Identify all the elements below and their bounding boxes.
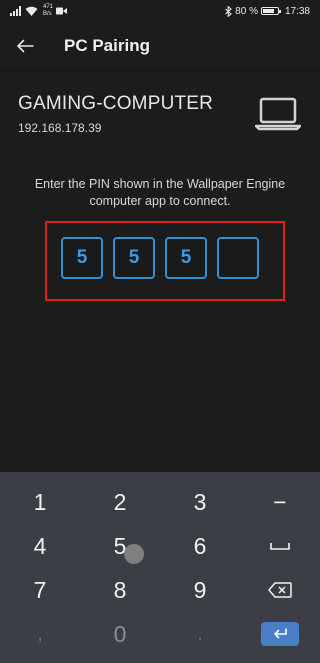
key-3[interactable]: 3 [160, 482, 240, 522]
wifi-icon [25, 6, 38, 16]
device-name: GAMING-COMPUTER [18, 93, 214, 114]
key-5[interactable]: 5 [80, 526, 160, 566]
status-bar-left: 471 B/s [10, 4, 68, 18]
key-backspace[interactable] [240, 570, 320, 610]
key-minus[interactable]: − [240, 482, 320, 522]
signal-icon [10, 6, 21, 16]
key-9[interactable]: 9 [160, 570, 240, 610]
back-button[interactable] [10, 31, 40, 61]
phone-screen: 471 B/s 80 % 17:38 PC Pairing GAMING-COM… [0, 0, 320, 663]
header-divider [0, 70, 320, 71]
clock: 17:38 [284, 5, 310, 17]
pin-input: 5 5 5 [61, 237, 259, 279]
key-period[interactable]: . [160, 614, 240, 654]
enter-icon [274, 628, 287, 639]
battery-percent: 80 % [235, 5, 258, 17]
key-comma[interactable]: , [0, 614, 80, 654]
status-bar-right: 80 % 17:38 [225, 4, 310, 18]
key-0[interactable]: 0 [80, 614, 160, 654]
pin-digit-2[interactable]: 5 [113, 237, 155, 279]
key-7[interactable]: 7 [0, 570, 80, 610]
network-speed: 471 B/s [43, 4, 53, 18]
key-8[interactable]: 8 [80, 570, 160, 610]
page-title: PC Pairing [64, 36, 150, 55]
key-2[interactable]: 2 [80, 482, 160, 522]
key-6[interactable]: 6 [160, 526, 240, 566]
bluetooth-icon [225, 5, 233, 17]
pin-digit-1[interactable]: 5 [61, 237, 103, 279]
key-space[interactable] [240, 526, 320, 566]
touch-indicator [124, 544, 144, 564]
network-speed-value: 471 [43, 4, 54, 10]
key-1[interactable]: 1 [0, 482, 80, 522]
enter-button [261, 622, 299, 646]
app-header: PC Pairing [0, 22, 320, 70]
key-4[interactable]: 4 [0, 526, 80, 566]
device-ip-address: 192.168.178.39 [18, 121, 102, 135]
battery-icon [260, 7, 281, 15]
pin-instructions: Enter the PIN shown in the Wallpaper Eng… [34, 177, 286, 208]
video-icon [56, 7, 68, 15]
network-speed-unit: B/s [43, 11, 52, 17]
battery-level-fill [262, 9, 275, 13]
numeric-keypad: 1 2 3 − 4 5 6 7 8 9 , 0 . [0, 472, 320, 663]
arrow-left-icon [17, 39, 34, 53]
pin-digit-4[interactable] [217, 237, 259, 279]
key-enter[interactable] [240, 614, 320, 654]
laptop-icon [255, 97, 301, 131]
pin-digit-3[interactable]: 5 [165, 237, 207, 279]
status-bar: 471 B/s 80 % 17:38 [0, 0, 320, 22]
backspace-icon [268, 582, 292, 598]
space-bar-icon [270, 542, 290, 550]
